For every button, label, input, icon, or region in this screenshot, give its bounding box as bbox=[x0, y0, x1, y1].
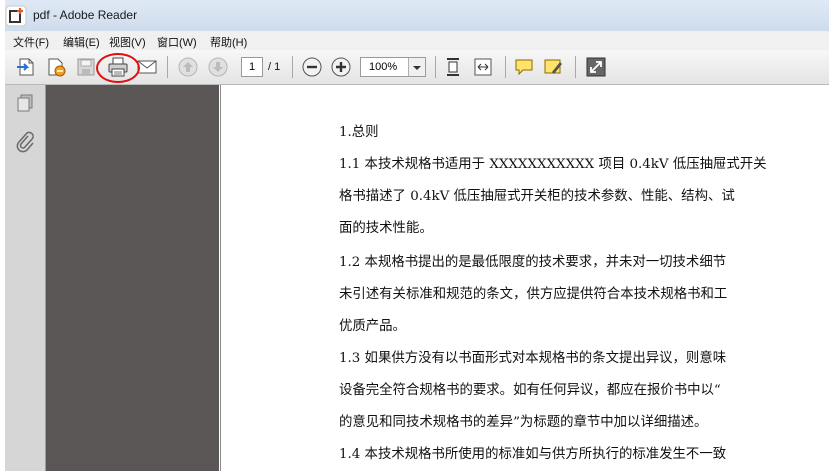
chevron-down-icon bbox=[413, 66, 421, 70]
toolbar-separator bbox=[292, 56, 293, 78]
zoom-out-icon[interactable] bbox=[301, 56, 323, 78]
menu-window[interactable]: 窗口(W) bbox=[157, 34, 197, 50]
fit-width-icon[interactable] bbox=[472, 56, 494, 78]
toolbar-separator bbox=[505, 56, 506, 78]
zoom-level-select[interactable]: 100% bbox=[360, 57, 426, 77]
next-page-icon[interactable] bbox=[207, 56, 229, 78]
create-pdf-icon[interactable] bbox=[45, 56, 67, 78]
open-file-icon[interactable] bbox=[15, 56, 37, 78]
highlight-note-icon[interactable] bbox=[542, 56, 564, 78]
zoom-dropdown-button[interactable] bbox=[408, 58, 425, 76]
zoom-in-icon[interactable] bbox=[330, 56, 352, 78]
menu-bar: 文件(F) 编辑(E) 视图(V) 窗口(W) 帮助(H) bbox=[5, 31, 829, 50]
menu-help[interactable]: 帮助(H) bbox=[210, 34, 247, 50]
previous-page-icon[interactable] bbox=[177, 56, 199, 78]
toolbar-separator bbox=[167, 56, 168, 78]
window-title: pdf - Adobe Reader bbox=[33, 8, 138, 22]
app-logo-icon bbox=[5, 5, 27, 27]
left-rail bbox=[5, 85, 46, 471]
fit-page-icon[interactable] bbox=[442, 56, 464, 78]
zoom-level-value: 100% bbox=[369, 61, 398, 73]
save-icon[interactable] bbox=[75, 56, 97, 78]
page-total-label: / 1 bbox=[268, 61, 281, 73]
pages-icon[interactable] bbox=[15, 93, 35, 113]
menu-edit[interactable]: 编辑(E) bbox=[63, 34, 100, 50]
menu-view[interactable]: 视图(V) bbox=[109, 34, 146, 50]
toolbar-separator bbox=[575, 56, 576, 78]
attachment-icon[interactable] bbox=[15, 131, 35, 153]
navigation-panel bbox=[46, 85, 219, 471]
page-number-input[interactable]: 1 bbox=[241, 57, 263, 77]
comment-icon[interactable] bbox=[513, 56, 535, 78]
title-bar: pdf - Adobe Reader bbox=[5, 0, 829, 31]
toolbar-separator bbox=[435, 56, 436, 78]
full-screen-icon[interactable] bbox=[585, 56, 607, 78]
document-page bbox=[220, 85, 829, 471]
print-highlight-circle bbox=[96, 53, 140, 83]
adobe-reader-window: pdf - Adobe Reader 文件(F) 编辑(E) 视图(V) 窗口(… bbox=[5, 0, 829, 471]
menu-file[interactable]: 文件(F) bbox=[13, 34, 49, 50]
